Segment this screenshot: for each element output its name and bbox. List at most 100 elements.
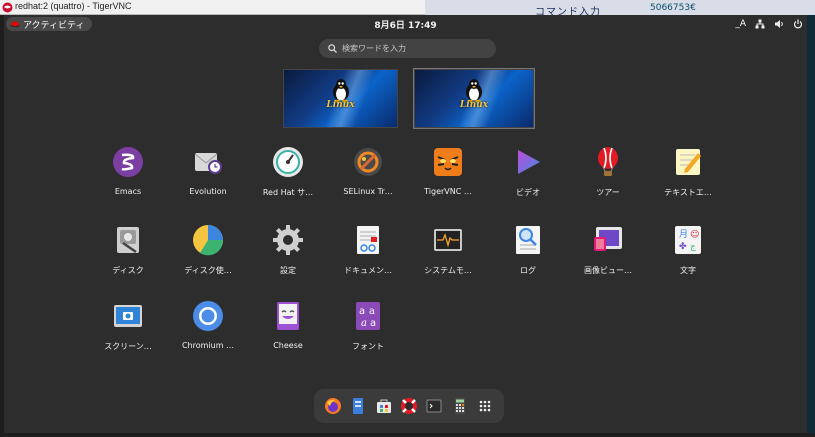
workspace-thumbnail[interactable]: Linux	[414, 69, 534, 128]
gnome-overview: アクティビティ 8月6日 17:49 _A 検索ワードを入力 Linux Lin…	[4, 15, 807, 433]
clock[interactable]: 8月6日 17:49	[4, 18, 807, 31]
svg-text:ج: ج	[690, 242, 696, 252]
window-title: redhat:2 (quattro) - TigerVNC	[15, 1, 132, 11]
settings-icon	[273, 225, 303, 255]
activities-label: アクティビティ	[23, 20, 85, 31]
disk-usage-icon	[193, 225, 224, 256]
screenshot-icon	[114, 305, 142, 327]
app-label: ビデオ	[516, 188, 540, 197]
app-emacs[interactable]: Emacs	[88, 145, 168, 196]
logs-icon	[516, 226, 540, 254]
app-label: 設定	[280, 266, 296, 275]
app-screenshot[interactable]: スクリーン…	[88, 299, 168, 352]
vnc-app-icon	[2, 2, 13, 13]
software-icon[interactable]	[375, 397, 393, 415]
characters-icon: 月 ☺✤ ج	[675, 226, 701, 254]
app-tour[interactable]: ツアー	[568, 145, 648, 198]
tux-penguin-icon	[332, 79, 349, 102]
svg-text:☺: ☺	[690, 229, 699, 240]
app-label: TigerVNC …	[424, 187, 472, 196]
network-wired-icon[interactable]	[755, 19, 765, 29]
activities-button[interactable]: アクティビティ	[6, 17, 93, 31]
files-icon[interactable]	[349, 397, 367, 415]
svg-text:a: a	[369, 306, 375, 317]
app-disks[interactable]: ディスク	[88, 223, 168, 276]
image-viewer-icon	[594, 227, 622, 251]
desktop-edge-right	[807, 15, 815, 437]
background-window-text-2: 5066753€	[650, 3, 696, 13]
app-fonts[interactable]: aaaa フォント	[328, 299, 408, 352]
terminal-icon[interactable]	[425, 397, 443, 415]
emacs-icon	[113, 147, 143, 177]
text-editor-icon	[676, 149, 701, 175]
videos-icon	[518, 150, 540, 174]
system-monitor-icon	[434, 229, 462, 251]
evolution-icon	[194, 153, 222, 174]
app-disk-usage[interactable]: ディスク使…	[168, 223, 248, 276]
app-label: Emacs	[114, 187, 142, 196]
selinux-troubleshooter-icon	[354, 148, 382, 176]
app-tigervnc[interactable]: TigerVNC …	[408, 145, 488, 196]
desktop-edge-bottom	[0, 433, 815, 437]
app-label: ログ	[520, 266, 536, 275]
svg-text:a: a	[370, 318, 376, 329]
help-icon[interactable]	[400, 397, 418, 415]
chromium-icon	[193, 301, 223, 331]
app-image-viewer[interactable]: 画像ビュー…	[568, 223, 648, 276]
app-cheese[interactable]: Cheese	[248, 299, 328, 350]
app-label: Evolution	[189, 187, 227, 196]
svg-text:月: 月	[679, 229, 688, 240]
tour-icon	[598, 147, 618, 176]
app-logs[interactable]: ログ	[488, 223, 568, 276]
app-label: 画像ビュー…	[584, 266, 632, 275]
app-label: スクリーン…	[104, 342, 152, 351]
fonts-icon: a aa a	[356, 302, 380, 330]
system-tray: _A	[735, 17, 803, 31]
wallpaper-label: Linux	[326, 100, 355, 110]
cheese-icon	[277, 302, 299, 330]
app-label: ドキュメン…	[344, 266, 392, 275]
app-videos[interactable]: ビデオ	[488, 145, 568, 198]
app-label: SELinux Tr…	[343, 187, 393, 196]
app-label: Red Hat サ…	[262, 188, 314, 197]
app-chromium[interactable]: Chromium …	[168, 299, 248, 350]
app-selinux-troubleshooter[interactable]: SELinux Tr…	[328, 145, 408, 196]
app-evolution[interactable]: Evolution	[168, 145, 248, 196]
input-method-indicator[interactable]: _A	[735, 19, 746, 29]
svg-text:a: a	[359, 306, 365, 317]
volume-icon[interactable]	[774, 19, 784, 29]
top-bar: アクティビティ 8月6日 17:49 _A	[4, 15, 807, 33]
app-settings[interactable]: 設定	[248, 223, 328, 276]
app-text-editor[interactable]: テキストエ…	[648, 145, 728, 198]
search-icon	[328, 44, 337, 53]
app-label: Chromium …	[181, 341, 235, 350]
app-label: 文字	[680, 266, 696, 275]
app-document-viewer[interactable]: ドキュメン…	[328, 223, 408, 276]
search-placeholder: 検索ワードを入力	[342, 44, 406, 53]
calculator-icon[interactable]	[451, 397, 469, 415]
background-window-strip: コマンド入力 5066753€	[425, 0, 815, 18]
workspace-thumbnail[interactable]: Linux	[283, 69, 398, 128]
redhat-support-icon	[273, 147, 303, 177]
app-label: ディスク使…	[184, 266, 232, 275]
app-label: Cheese	[273, 341, 303, 350]
app-system-monitor[interactable]: システムモ…	[408, 223, 488, 276]
show-apps-icon[interactable]	[476, 397, 494, 415]
app-redhat-support[interactable]: Red Hat サ…	[248, 145, 328, 198]
app-label: ディスク	[112, 266, 144, 275]
svg-text:a: a	[361, 318, 367, 329]
svg-text:✤: ✤	[679, 242, 687, 252]
app-label: ツアー	[596, 188, 620, 197]
tux-penguin-icon	[466, 79, 482, 102]
app-label: フォント	[352, 342, 384, 351]
app-characters[interactable]: 月 ☺ ✤ ج 文字	[648, 223, 728, 276]
document-viewer-icon	[357, 226, 379, 254]
dash-dock	[314, 389, 504, 423]
wallpaper-label: Linux	[459, 100, 489, 110]
firefox-icon[interactable]	[324, 397, 342, 415]
tigervnc-icon	[434, 148, 462, 176]
app-label: システムモ…	[424, 266, 472, 275]
search-entry[interactable]: 検索ワードを入力	[319, 39, 496, 58]
app-label: テキストエ…	[664, 188, 712, 197]
power-icon[interactable]	[793, 19, 803, 29]
